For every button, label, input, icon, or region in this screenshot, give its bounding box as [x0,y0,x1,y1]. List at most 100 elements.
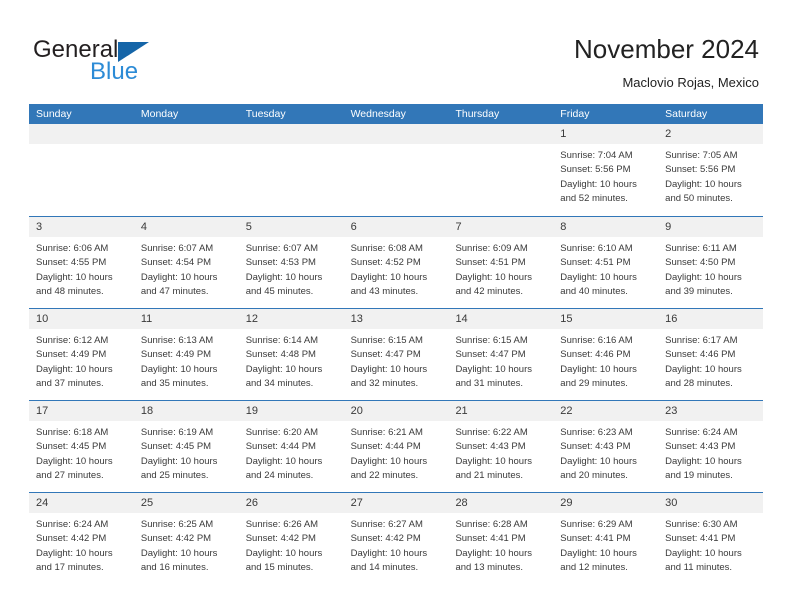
day-cell[interactable]: 2 Sunrise: 7:05 AM Sunset: 5:56 PM Daylight… [658,124,764,216]
day-number: 21 [448,401,554,421]
day-detail-sunrise: Sunrise: 6:18 AM [36,427,109,438]
day-detail-daylightline2: and 25 minutes. [140,470,209,482]
day-detail-daylightline2: and 47 minutes. [140,286,209,298]
day-detail-sunrise: Sunrise: 6:09 AM [455,243,528,254]
day-cell[interactable]: 30 Sunrise: 6:30 AM Sunset: 4:41 PM Dayligh… [658,493,764,584]
day-detail-sunrise: Sunrise: 6:15 AM [350,335,423,346]
day-detail-sunrise: Sunrise: 6:20 AM [245,427,319,438]
day-detail-sunset: Sunset: 4:53 PM [245,257,316,269]
page-title: November 2024 [574,34,759,64]
day-detail-sunrise: Sunrise: 6:30 AM [665,519,738,530]
day-details: Sunrise: 6:16 AM Sunset: 4:46 PM Daylight:… [553,329,658,392]
day-number: 8 [553,217,659,237]
weekday-header-monday: Monday [140,108,179,120]
day-number: 4 [133,217,239,237]
day-detail-daylightline2: and 22 minutes. [350,470,419,482]
calendar-body: 1 Sunrise: 7:04 AM Sunset: 5:56 PM Daylight… [29,124,764,584]
day-details: Sunrise: 6:30 AM Sunset: 4:41 PM Daylight:… [658,513,763,576]
day-detail-daylightline1: Daylight: 10 hours [560,363,637,375]
day-cell[interactable]: 7 Sunrise: 6:09 AM Sunset: 4:51 PM Daylight… [448,217,554,308]
day-detail-sunset: Sunset: 4:43 PM [560,441,631,453]
day-cell[interactable]: 4 Sunrise: 6:07 AM Sunset: 4:54 PM Daylight… [133,217,239,308]
day-cell[interactable]: 3 Sunrise: 6:06 AM Sunset: 4:55 PM Daylight… [29,217,134,308]
day-cell[interactable]: 28 Sunrise: 6:28 AM Sunset: 4:41 PM Dayligh… [448,493,554,584]
day-detail-sunrise: Sunrise: 6:24 AM [36,519,109,530]
day-number: 3 [29,217,134,237]
day-number: 2 [658,124,764,144]
day-details: Sunrise: 6:25 AM Sunset: 4:42 PM Daylight:… [134,513,239,576]
day-detail-daylightline2: and 52 minutes. [560,193,628,205]
day-detail-daylightline1: Daylight: 10 hours [560,178,637,190]
day-cell[interactable]: 25 Sunrise: 6:25 AM Sunset: 4:42 PM Dayligh… [133,493,239,584]
day-detail-sunrise: Sunrise: 6:07 AM [140,243,214,254]
day-cell[interactable]: 29 Sunrise: 6:29 AM Sunset: 4:41 PM Dayligh… [553,493,659,584]
day-detail-daylightline1: Daylight: 10 hours [36,455,113,467]
day-cell[interactable]: 16 Sunrise: 6:17 AM Sunset: 4:46 PM Dayligh… [658,309,764,400]
day-detail-daylightline2: and 50 minutes. [665,193,733,205]
day-detail-sunset: Sunset: 4:50 PM [665,257,736,269]
day-cell[interactable]: 26 Sunrise: 6:26 AM Sunset: 4:42 PM Dayligh… [238,493,344,584]
day-detail-daylightline1: Daylight: 10 hours [140,363,218,375]
day-cell[interactable]: 14 Sunrise: 6:15 AM Sunset: 4:47 PM Dayligh… [448,309,554,400]
day-details: Sunrise: 6:10 AM Sunset: 4:51 PM Daylight:… [553,237,658,300]
day-cell[interactable]: 18 Sunrise: 6:19 AM Sunset: 4:45 PM Dayligh… [133,401,239,492]
day-cell[interactable]: 5 Sunrise: 6:07 AM Sunset: 4:53 PM Daylight… [238,217,344,308]
weekday-header-sunday: Sunday [36,108,72,120]
day-detail-daylightline2: and 17 minutes. [36,562,104,574]
weekday-header-thursday: Thursday [455,108,500,120]
day-detail-sunset: Sunset: 4:49 PM [36,349,107,361]
day-cell[interactable]: 12 Sunrise: 6:14 AM Sunset: 4:48 PM Dayligh… [238,309,344,400]
day-cell[interactable]: 23 Sunrise: 6:24 AM Sunset: 4:43 PM Dayligh… [658,401,764,492]
day-cell[interactable]: 13 Sunrise: 6:15 AM Sunset: 4:47 PM Dayligh… [343,309,449,400]
general-blue-logo[interactable]: General Blue [33,36,263,92]
day-number: 5 [238,217,344,237]
day-cell[interactable]: 19 Sunrise: 6:20 AM Sunset: 4:44 PM Dayligh… [238,401,344,492]
day-detail-daylightline2: and 32 minutes. [350,378,419,390]
day-detail-sunrise: Sunrise: 7:05 AM [665,150,738,161]
day-cell[interactable]: 24 Sunrise: 6:24 AM Sunset: 4:42 PM Dayligh… [29,493,134,584]
day-detail-sunset: Sunset: 4:55 PM [36,257,107,269]
day-detail-sunset: Sunset: 4:41 PM [665,533,736,545]
day-cell[interactable]: 20 Sunrise: 6:21 AM Sunset: 4:44 PM Dayligh… [343,401,449,492]
day-detail-daylightline1: Daylight: 10 hours [36,363,113,375]
day-cell[interactable]: 22 Sunrise: 6:23 AM Sunset: 4:43 PM Dayligh… [553,401,659,492]
day-detail-sunrise: Sunrise: 6:24 AM [665,427,738,438]
day-cell[interactable]: 10 Sunrise: 6:12 AM Sunset: 4:49 PM Dayligh… [29,309,134,400]
day-details: Sunrise: 6:13 AM Sunset: 4:49 PM Daylight:… [134,329,239,392]
day-cell[interactable]: 15 Sunrise: 6:16 AM Sunset: 4:46 PM Dayligh… [553,309,659,400]
day-detail-sunset: Sunset: 4:45 PM [140,441,212,453]
day-cell[interactable]: 6 Sunrise: 6:08 AM Sunset: 4:52 PM Daylight… [343,217,449,308]
calendar-week-row: 24 Sunrise: 6:24 AM Sunset: 4:42 PM Dayligh… [29,492,764,584]
day-number: 19 [238,401,344,421]
day-cell[interactable]: 27 Sunrise: 6:27 AM Sunset: 4:42 PM Dayligh… [343,493,449,584]
page-header: General Blue November 2024 Maclovio Roja… [0,0,792,104]
day-number: 6 [343,217,449,237]
day-cell[interactable]: 9 Sunrise: 6:11 AM Sunset: 4:50 PM Daylight… [658,217,764,308]
day-detail-sunrise: Sunrise: 6:23 AM [560,427,633,438]
day-cell[interactable]: 1 Sunrise: 7:04 AM Sunset: 5:56 PM Daylight… [553,124,659,216]
day-detail-sunset: Sunset: 4:49 PM [140,349,212,361]
day-number: 17 [29,401,134,421]
day-cell[interactable]: 8 Sunrise: 6:10 AM Sunset: 4:51 PM Daylight… [553,217,659,308]
day-detail-sunset: Sunset: 4:41 PM [455,533,526,545]
day-number [238,124,344,144]
day-detail-sunrise: Sunrise: 6:25 AM [140,519,214,530]
day-detail-sunrise: Sunrise: 7:04 AM [560,150,633,161]
day-detail-daylightline1: Daylight: 10 hours [665,547,742,559]
day-detail-sunset: Sunset: 4:42 PM [245,533,316,545]
day-detail-daylightline2: and 27 minutes. [36,470,104,482]
day-number: 1 [553,124,659,144]
day-details: Sunrise: 6:22 AM Sunset: 4:43 PM Daylight:… [448,421,553,484]
day-cell[interactable]: 11 Sunrise: 6:13 AM Sunset: 4:49 PM Dayligh… [133,309,239,400]
day-detail-daylightline2: and 37 minutes. [36,378,104,390]
day-detail-daylightline1: Daylight: 10 hours [455,363,533,375]
day-detail-daylightline1: Daylight: 10 hours [350,363,428,375]
day-cell[interactable]: 17 Sunrise: 6:18 AM Sunset: 4:45 PM Dayligh… [29,401,134,492]
day-details [448,144,553,149]
day-cell[interactable]: 21 Sunrise: 6:22 AM Sunset: 4:43 PM Dayligh… [448,401,554,492]
calendar-week-row: 17 Sunrise: 6:18 AM Sunset: 4:45 PM Dayligh… [29,400,764,492]
day-detail-daylightline2: and 16 minutes. [140,562,209,574]
day-number: 16 [658,309,764,329]
day-detail-daylightline1: Daylight: 10 hours [245,363,323,375]
day-details: Sunrise: 6:24 AM Sunset: 4:42 PM Daylight:… [29,513,134,576]
